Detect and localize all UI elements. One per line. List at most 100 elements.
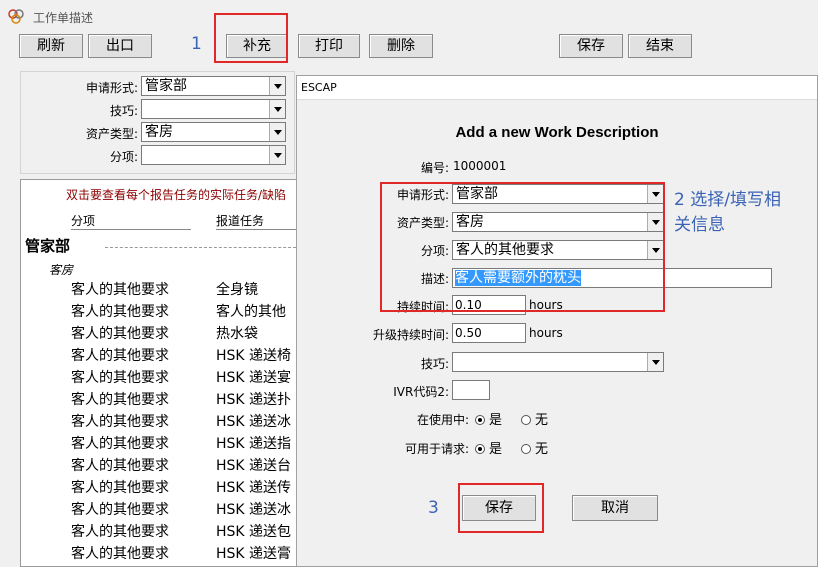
filter-form-label: 申请形式:	[85, 81, 138, 95]
in-use-no-radio[interactable]: 无	[521, 409, 548, 428]
description-label: 描述:	[420, 272, 449, 286]
upgrade-duration-label: 升级持续时间:	[372, 328, 449, 342]
number-value: 1000001	[453, 159, 507, 173]
chevron-down-icon	[269, 146, 285, 164]
row-task: 全身镜	[216, 282, 258, 298]
table-row[interactable]: 客人的其他要求 HSK 递送宴	[21, 365, 299, 387]
filter-form-select[interactable]: 管家部	[141, 76, 286, 96]
delete-button[interactable]: 删除	[369, 34, 433, 58]
table-row[interactable]: 客人的其他要求 HSK 递送冰	[21, 497, 299, 519]
filter-skill-label: 技巧:	[109, 104, 138, 118]
row-task: HSK 递送膏	[216, 546, 292, 562]
column-header-subitem[interactable]: 分项	[71, 212, 95, 229]
row-task: HSK 递送扑	[216, 392, 292, 408]
filter-skill-select[interactable]	[141, 99, 286, 119]
radio-selected-icon	[475, 415, 485, 425]
form-label: 申请形式:	[396, 188, 449, 202]
table-row[interactable]: 客人的其他要求 HSK 递送椅	[21, 343, 299, 365]
row-subitem: 客人的其他要求	[71, 480, 169, 496]
row-task: HSK 递送冰	[216, 502, 292, 518]
work-description-list[interactable]: 双击要查看每个报告任务的实际任务/缺陷 分项 报道任务 管家部 客房 客人的其他…	[20, 179, 300, 567]
column-divider	[71, 229, 191, 230]
row-task: HSK 递送冰	[216, 414, 292, 430]
refresh-button[interactable]: 刷新	[19, 34, 83, 58]
table-row[interactable]: 客人的其他要求 热水袋	[21, 321, 299, 343]
table-row[interactable]: 客人的其他要求 HSK 递送扑	[21, 387, 299, 409]
table-row[interactable]: 客人的其他要求 HSK 递送膏	[21, 541, 299, 563]
dialog-cancel-button[interactable]: 取消	[572, 495, 658, 521]
chevron-down-icon	[647, 241, 663, 259]
radio-selected-icon	[475, 444, 485, 454]
request-yes-radio[interactable]: 是	[475, 438, 502, 457]
number-label: 编号:	[420, 161, 449, 175]
table-row[interactable]: 客人的其他要求 HSK 递送台	[21, 453, 299, 475]
request-no-radio[interactable]: 无	[521, 438, 548, 457]
exit-button[interactable]: 出口	[88, 34, 152, 58]
asset-label: 资产类型:	[396, 216, 449, 230]
chevron-down-icon	[647, 185, 663, 203]
in-use-label: 在使用中:	[416, 413, 469, 427]
in-use-yes-radio[interactable]: 是	[475, 409, 502, 428]
ivr-code-label: IVR代码2:	[393, 385, 449, 399]
supplement-button[interactable]: 补充	[226, 34, 288, 58]
asset-select[interactable]: 客房	[452, 212, 664, 232]
form-select[interactable]: 管家部	[452, 184, 664, 204]
chevron-down-icon	[269, 123, 285, 141]
rings-logo-icon	[8, 9, 24, 24]
ivr-code-input[interactable]	[452, 380, 490, 400]
table-row[interactable]: 客人的其他要求 HSK 递送指	[21, 431, 299, 453]
skill-select[interactable]	[452, 352, 664, 372]
window-title: 工作单描述	[33, 11, 94, 25]
add-work-description-dialog: ESCAP Add a new Work Description 编号: 100…	[296, 75, 818, 567]
table-row[interactable]: 客人的其他要求 HSK 递送包	[21, 519, 299, 541]
subitem-select[interactable]: 客人的其他要求	[452, 240, 664, 260]
step-1-annotation: 1	[191, 34, 202, 54]
dialog-heading: Add a new Work Description	[455, 124, 659, 141]
row-subitem: 客人的其他要求	[71, 458, 169, 474]
description-input[interactable]: 客人需要额外的枕头	[452, 268, 772, 288]
table-row[interactable]: 客人的其他要求 HSK 递送冰	[21, 409, 299, 431]
row-task: 客人的其他	[216, 304, 286, 320]
column-divider	[216, 229, 299, 230]
subgroup-header: 客房	[49, 263, 74, 277]
row-subitem: 客人的其他要求	[71, 370, 169, 386]
radio-unselected-icon	[521, 444, 531, 454]
column-header-task[interactable]: 报道任务	[216, 212, 264, 229]
duration-label: 持续时间:	[396, 300, 449, 314]
end-button[interactable]: 结束	[628, 34, 692, 58]
row-task: HSK 递送传	[216, 480, 292, 496]
table-row[interactable]: 客人的其他要求 HSK 递送传	[21, 475, 299, 497]
group-header: 管家部	[25, 237, 71, 255]
skill-label: 技巧:	[420, 357, 449, 371]
row-subitem: 客人的其他要求	[71, 326, 169, 342]
chevron-down-icon	[269, 100, 285, 118]
table-row[interactable]: 客人的其他要求 客人的其他	[21, 299, 299, 321]
filter-asset-select[interactable]: 客房	[141, 122, 286, 142]
row-subitem: 客人的其他要求	[71, 524, 169, 540]
filter-sub-select[interactable]	[141, 145, 286, 165]
row-task: 热水袋	[216, 326, 258, 342]
chevron-down-icon	[269, 77, 285, 95]
dialog-title: ESCAP	[297, 76, 817, 100]
filter-sub-label: 分项:	[109, 150, 138, 164]
table-row[interactable]: 客人的其他要求 全身镜	[21, 277, 299, 299]
table-row[interactable]: 客人的其他要求HSK 递送漱口	[21, 563, 299, 566]
row-subitem: 客人的其他要求	[71, 414, 169, 430]
print-button[interactable]: 打印	[298, 34, 360, 58]
step-2-annotation-line1: 2 选择/填写相	[674, 190, 781, 210]
duration-input[interactable]: 0.10	[452, 295, 526, 315]
step-2-annotation-line2: 关信息	[674, 215, 725, 235]
save-button[interactable]: 保存	[559, 34, 623, 58]
row-task: HSK 递送宴	[216, 370, 292, 386]
row-subitem: 客人的其他要求	[71, 546, 169, 562]
step-3-annotation: 3	[428, 498, 439, 518]
row-subitem: 客人的其他要求	[71, 304, 169, 320]
upgrade-duration-unit: hours	[529, 326, 563, 340]
dialog-save-button[interactable]: 保存	[462, 495, 536, 521]
row-task: HSK 递送包	[216, 524, 292, 540]
title-bar: 工作单描述	[0, 0, 818, 31]
request-label: 可用于请求:	[404, 442, 469, 456]
upgrade-duration-input[interactable]: 0.50	[452, 323, 526, 343]
row-task: HSK 递送指	[216, 436, 292, 452]
row-task: HSK 递送椅	[216, 348, 292, 364]
